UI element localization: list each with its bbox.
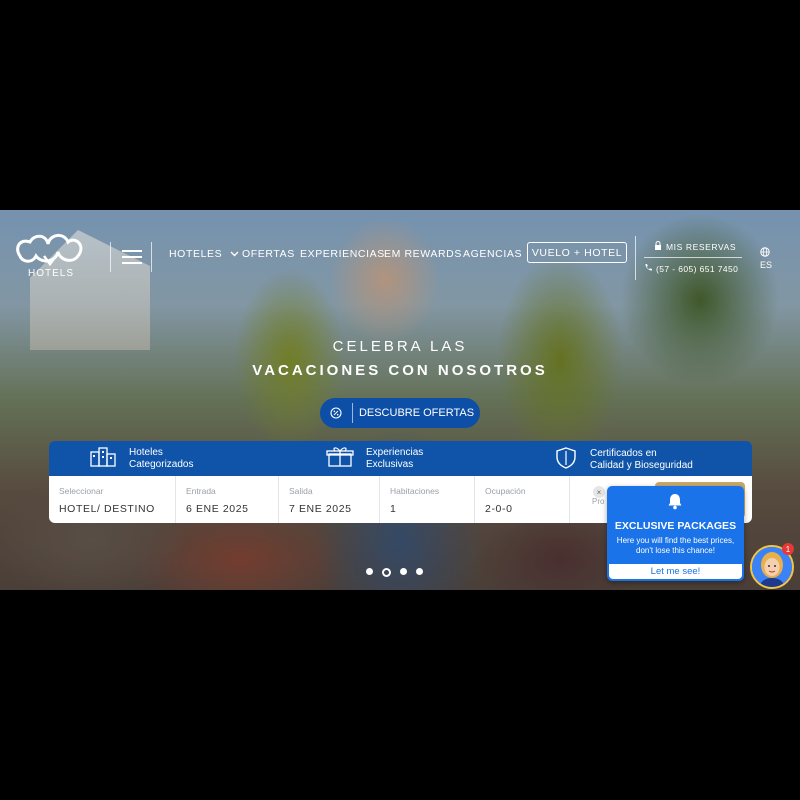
hero-headline-line2: VACACIONES CON NOSOTROS	[252, 362, 548, 379]
rooms-label: Habitaciones	[390, 486, 440, 496]
phone-number: (57 - 605) 651 7450	[656, 263, 739, 274]
carousel-indicators	[366, 568, 423, 577]
header-divider	[635, 236, 636, 280]
logo-text: HOTELS	[28, 268, 75, 279]
descubre-ofertas-button[interactable]: DESCUBRE OFERTAS	[320, 398, 480, 428]
carousel-dot[interactable]	[416, 568, 423, 575]
nav-experiencias[interactable]: EXPERIENCIAS	[300, 248, 385, 260]
phone-link[interactable]: (57 - 605) 651 7450	[644, 263, 738, 274]
lock-icon	[654, 241, 662, 252]
let-me-see-button[interactable]: Let me see!	[609, 564, 742, 579]
header-divider	[110, 242, 111, 272]
nav-hoteles[interactable]: HOTELES	[169, 248, 239, 260]
popup-body: Here you will find the best prices, don'…	[616, 536, 735, 555]
nav-ofertas[interactable]: OFERTAS	[242, 248, 295, 260]
language-selector[interactable]: ES	[760, 260, 772, 270]
popup-title: EXCLUSIVE PACKAGES	[614, 520, 737, 532]
features-bar: Hoteles Categorizados Experiencias Exclu…	[49, 441, 752, 476]
exclusive-packages-popup[interactable]: EXCLUSIVE PACKAGES Here you will find th…	[607, 486, 744, 581]
phone-icon	[644, 263, 653, 274]
feature-title: Hoteles	[129, 447, 163, 458]
nav-em-rewards[interactable]: EM REWARDS	[384, 248, 462, 260]
promo-label: Pro	[592, 497, 605, 506]
occupancy-field[interactable]: Ocupación 2-0-0	[474, 476, 570, 523]
checkout-label: Salida	[289, 486, 313, 496]
carousel-dot-active[interactable]	[382, 568, 391, 577]
site-logo[interactable]: HOTELS	[14, 230, 86, 286]
carousel-dot[interactable]	[366, 568, 373, 575]
bell-icon	[667, 493, 683, 515]
feature-hoteles-categorizados: Hoteles Categorizados	[89, 446, 193, 472]
destination-value: HOTEL/ DESTINO	[59, 503, 155, 515]
buildings-icon	[89, 446, 117, 472]
occupancy-label: Ocupación	[485, 486, 526, 496]
gift-icon	[326, 446, 354, 472]
carousel-dot[interactable]	[400, 568, 407, 575]
feature-experiencias-exclusivas: Experiencias Exclusivas	[326, 446, 423, 472]
notification-badge: 1	[782, 543, 794, 555]
feature-title: Certificados en	[590, 448, 657, 459]
logo-mark-icon	[16, 234, 83, 267]
destination-select[interactable]: Seleccionar HOTEL/ DESTINO	[49, 476, 174, 523]
menu-icon[interactable]	[122, 250, 142, 264]
feature-subtitle: Exclusivas	[366, 459, 414, 470]
feature-subtitle: Calidad y Bioseguridad	[590, 460, 693, 471]
feature-title: Experiencias	[366, 447, 424, 458]
shield-icon	[554, 446, 578, 474]
nav-hoteles-label: HOTELES	[169, 248, 223, 260]
checkin-label: Entrada	[186, 486, 216, 496]
nav-agencias[interactable]: AGENCIAS	[463, 248, 522, 260]
feature-certificados: Certificados en Calidad y Bioseguridad	[554, 446, 693, 474]
vuelo-hotel-button[interactable]: VUELO + HOTEL	[527, 242, 627, 263]
discount-icon	[320, 403, 353, 423]
hero-headline-line1: CELEBRA LAS	[332, 338, 468, 355]
feature-subtitle: Categorizados	[129, 459, 194, 470]
header-divider	[151, 242, 152, 272]
descubre-ofertas-label: DESCUBRE OFERTAS	[358, 407, 475, 419]
rooms-value: 1	[390, 503, 397, 515]
checkin-field[interactable]: Entrada 6 ENE 2025	[175, 476, 278, 523]
rooms-field[interactable]: Habitaciones 1	[379, 476, 475, 523]
chevron-down-icon	[230, 248, 239, 260]
checkout-field[interactable]: Salida 7 ENE 2025	[278, 476, 379, 523]
mis-reservas-label: MIS RESERVAS	[666, 241, 737, 252]
header-divider-horizontal	[644, 257, 742, 258]
checkout-value: 7 ENE 2025	[289, 503, 352, 515]
destination-label: Seleccionar	[59, 486, 104, 496]
checkin-value: 6 ENE 2025	[186, 503, 249, 515]
mis-reservas-link[interactable]: MIS RESERVAS	[654, 241, 736, 252]
occupancy-value: 2-0-0	[485, 503, 513, 515]
